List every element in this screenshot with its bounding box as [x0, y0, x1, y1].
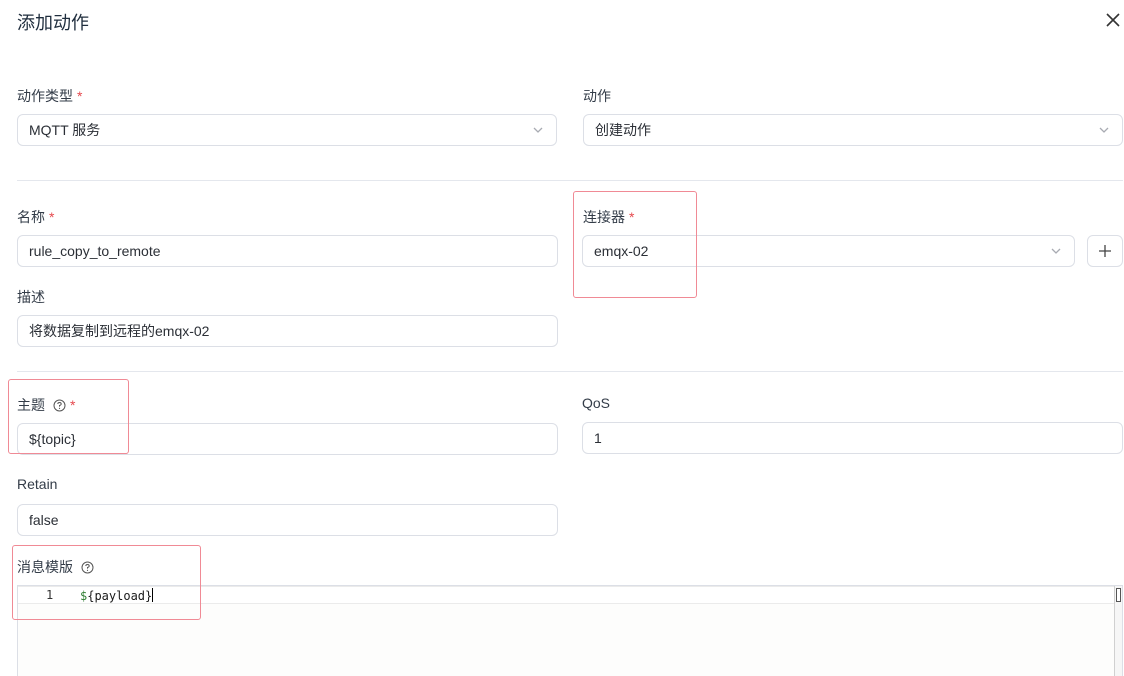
connector-label: 连接器 *: [583, 207, 634, 227]
add-connector-button[interactable]: [1087, 235, 1123, 267]
editor-line-number: 1: [46, 588, 54, 602]
name-label: 名称 *: [17, 207, 54, 227]
qos-label-text: QoS: [582, 395, 611, 411]
topic-value: ${topic}: [29, 431, 76, 447]
close-button[interactable]: [1103, 10, 1123, 30]
action-label-text: 动作: [583, 88, 611, 104]
payload-template-label-text: 消息模版: [17, 559, 73, 575]
question-circle-icon[interactable]: [53, 399, 66, 412]
editor-code-line[interactable]: ${payload}: [80, 588, 154, 603]
plus-icon: [1099, 245, 1111, 257]
connector-value: emqx-02: [594, 243, 649, 259]
editor-current-line: [18, 586, 1114, 604]
name-input[interactable]: rule_copy_to_remote: [17, 235, 558, 267]
action-type-label-text: 动作类型: [17, 88, 73, 104]
required-mark: *: [70, 397, 76, 413]
action-value: 创建动作: [595, 122, 651, 138]
qos-value: 1: [594, 430, 602, 446]
code-body: {payload}: [87, 589, 153, 603]
action-select[interactable]: 创建动作: [583, 114, 1123, 146]
topic-label-text: 主题: [17, 397, 45, 413]
name-label-text: 名称: [17, 209, 45, 225]
payload-template-label: 消息模版: [17, 557, 94, 577]
text-caret: [152, 588, 154, 602]
description-label-text: 描述: [17, 289, 45, 305]
name-value: rule_copy_to_remote: [29, 243, 161, 259]
qos-input[interactable]: 1: [582, 422, 1123, 454]
required-mark: *: [77, 88, 83, 104]
chevron-down-icon: [531, 123, 545, 137]
section-divider: [17, 180, 1123, 181]
retain-value: false: [29, 512, 59, 528]
chevron-down-icon: [1097, 123, 1111, 137]
editor-scrollbar[interactable]: [1114, 586, 1122, 676]
description-input[interactable]: 将数据复制到远程的emqx-02: [17, 315, 558, 347]
retain-label: Retain: [17, 476, 57, 492]
description-value: 将数据复制到远程的emqx-02: [29, 323, 210, 339]
topic-input[interactable]: ${topic}: [17, 423, 558, 455]
action-type-select[interactable]: MQTT 服务: [17, 114, 557, 146]
chevron-down-icon: [1049, 244, 1063, 258]
retain-label-text: Retain: [17, 476, 58, 492]
required-mark: *: [629, 209, 635, 225]
description-label: 描述: [17, 287, 45, 307]
retain-input[interactable]: false: [17, 504, 558, 536]
question-circle-icon[interactable]: [81, 561, 94, 574]
section-divider: [17, 371, 1123, 372]
action-type-label: 动作类型 *: [17, 86, 82, 106]
required-mark: *: [49, 209, 55, 225]
editor-scroll-thumb[interactable]: [1116, 588, 1121, 602]
connector-label-text: 连接器: [583, 209, 625, 225]
topic-label: 主题 *: [17, 395, 75, 415]
action-label: 动作: [583, 86, 611, 106]
connector-select[interactable]: emqx-02: [582, 235, 1075, 267]
dialog-title: 添加动作: [17, 13, 89, 33]
payload-code-editor[interactable]: 1 ${payload}: [17, 585, 1123, 676]
action-type-value: MQTT 服务: [29, 122, 101, 138]
close-icon: [1106, 13, 1120, 27]
qos-label: QoS: [582, 395, 610, 411]
